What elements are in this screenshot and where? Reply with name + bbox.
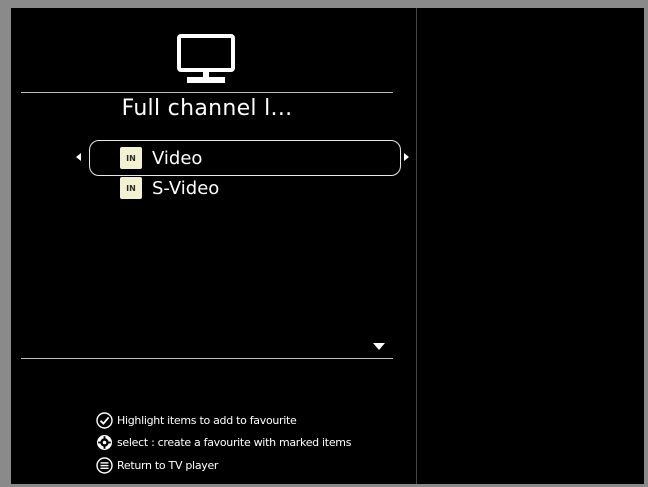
- divider-bottom: [21, 358, 393, 359]
- help-item-select: select : create a favourite with marked …: [96, 432, 351, 452]
- input-badge-icon: IN: [120, 147, 142, 169]
- settings-icon: [97, 434, 112, 450]
- right-arrow-icon[interactable]: [404, 153, 409, 161]
- help-item-return: Return to TV player: [96, 455, 218, 475]
- page-title: Full channel l...: [121, 96, 293, 121]
- input-badge-icon: IN: [120, 177, 142, 199]
- left-arrow-icon[interactable]: [76, 153, 81, 161]
- window-frame-right: [644, 0, 648, 487]
- help-text: Highlight items to add to favourite: [117, 413, 297, 427]
- menu-icon: [96, 456, 113, 474]
- divider-top: [21, 92, 393, 93]
- window-frame-top: [0, 0, 648, 8]
- list-item-video[interactable]: IN Video: [120, 146, 202, 170]
- window-frame-left: [0, 0, 11, 487]
- help-item-highlight: Highlight items to add to favourite: [96, 410, 297, 430]
- help-text: Return to TV player: [117, 458, 219, 472]
- panel-divider: [416, 8, 417, 484]
- list-item-label: S-Video: [152, 177, 220, 199]
- list-item-s-video[interactable]: IN S-Video: [120, 176, 219, 200]
- help-text: select : create a favourite with marked …: [117, 435, 352, 449]
- checkmark-icon: [96, 411, 113, 429]
- list-item-label: Video: [152, 147, 203, 169]
- scroll-down-icon[interactable]: [373, 343, 385, 350]
- tv-icon: [177, 34, 235, 83]
